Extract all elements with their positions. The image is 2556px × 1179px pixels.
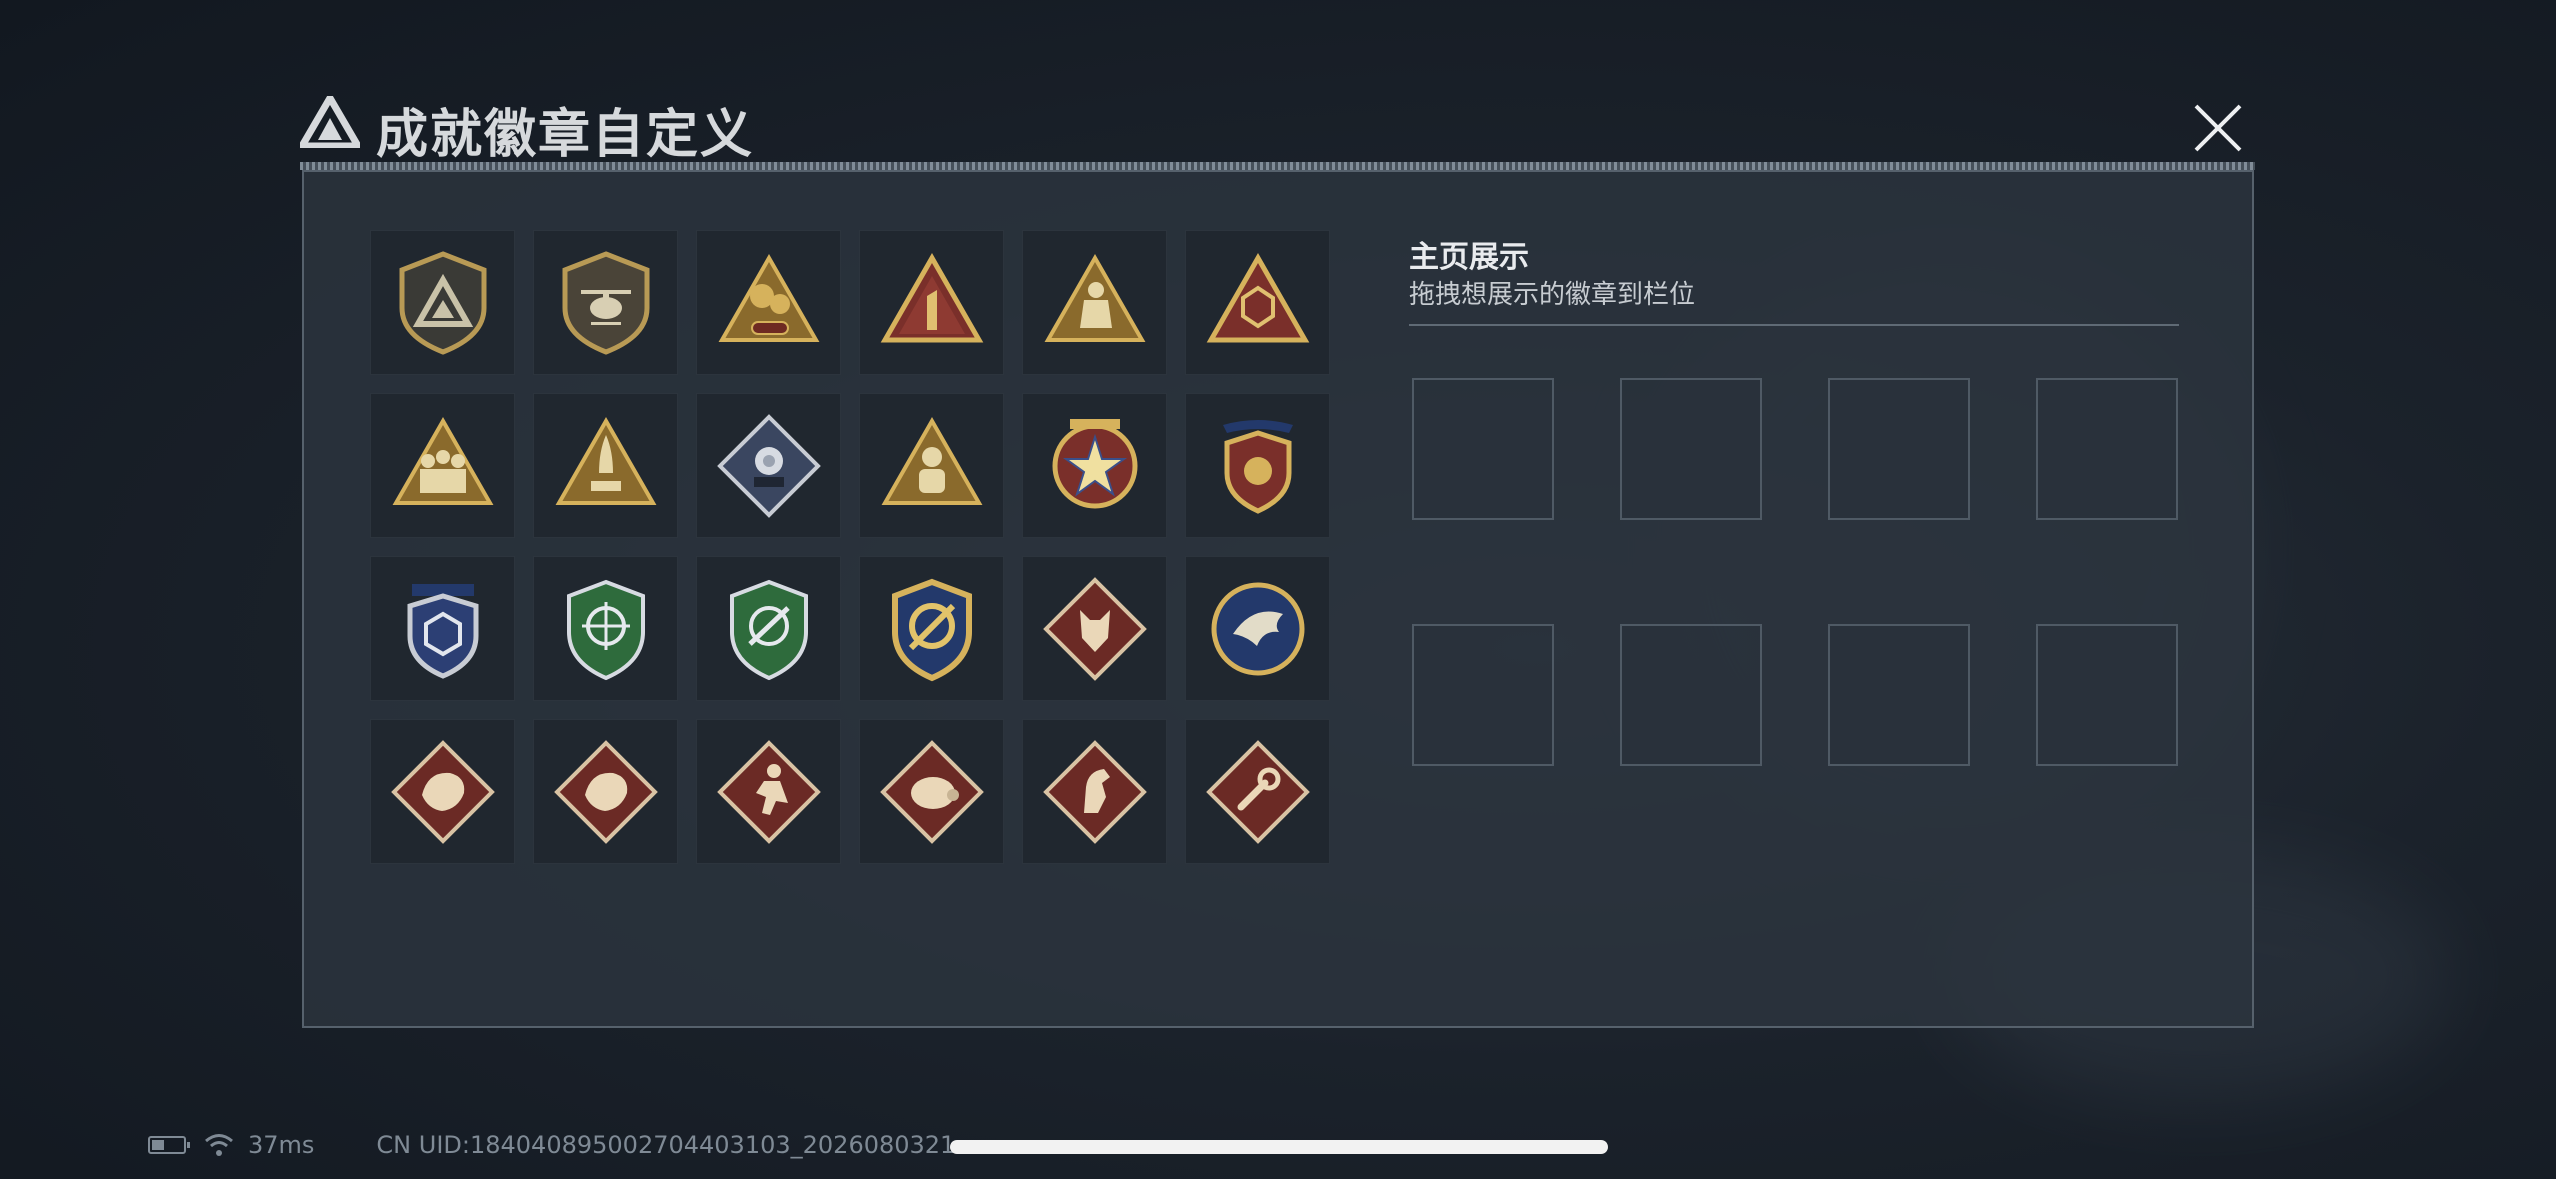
badge-item[interactable] — [370, 393, 515, 538]
showcase-slot[interactable] — [2036, 624, 2178, 766]
badge-item[interactable] — [533, 556, 678, 701]
showcase-slot[interactable] — [1828, 624, 1970, 766]
astronaut-triangle-badge-icon — [881, 416, 982, 505]
showcase-subtitle: 拖拽想展示的徽章到栏位 — [1409, 280, 1696, 310]
badge-item[interactable] — [370, 230, 515, 375]
wrench-diamond-badge-icon — [1205, 739, 1310, 844]
badge-item[interactable] — [1185, 230, 1330, 375]
showcase-title: 主页展示 — [1409, 240, 1529, 275]
title-divider — [300, 162, 2255, 170]
home-indicator[interactable] — [950, 1140, 1608, 1154]
showcase-divider — [1409, 324, 2179, 326]
shield-delta-badge-icon — [399, 250, 486, 355]
rocket-triangle-badge-icon — [555, 416, 656, 505]
boar-diamond-badge-icon — [879, 739, 984, 844]
badge-item[interactable] — [533, 230, 678, 375]
hex-emblem-triangle-badge-icon — [1206, 252, 1309, 342]
badge-item[interactable] — [1185, 393, 1330, 538]
showcase-slot[interactable] — [1620, 624, 1762, 766]
runner-diamond-badge-icon — [716, 739, 821, 844]
showcase-slot[interactable] — [1828, 378, 1970, 520]
page-title: 成就徽章自定义 — [376, 105, 755, 165]
dragon-diamond-badge-2-icon — [553, 739, 658, 844]
showcase-slot[interactable] — [1620, 378, 1762, 520]
dragon-diamond-badge-icon — [390, 739, 495, 844]
showcase-slots — [1412, 378, 2178, 766]
green-crosshair-shield-badge-icon — [566, 579, 645, 680]
winged-shield-badge-icon — [1222, 419, 1293, 514]
badge-item[interactable] — [1022, 556, 1167, 701]
badge-item[interactable] — [533, 719, 678, 864]
green-crosshair-shield-badge-2-icon — [729, 579, 808, 680]
badge-item[interactable] — [859, 556, 1004, 701]
badge-customization-panel: 主页展示 拖拽想展示的徽章到栏位 — [302, 170, 2254, 1028]
badge-item[interactable] — [696, 556, 841, 701]
badge-item[interactable] — [859, 393, 1004, 538]
battery-level — [152, 1140, 164, 1150]
badge-item[interactable] — [370, 556, 515, 701]
badge-grid — [370, 230, 1330, 864]
badge-item[interactable] — [696, 393, 841, 538]
blue-laurel-shield-badge-icon — [407, 583, 478, 679]
battery-icon — [148, 1136, 190, 1154]
uid-label: CN UID:184040895002704403103_2026080321 — [376, 1131, 956, 1159]
badge-item[interactable] — [1022, 719, 1167, 864]
wifi-icon — [205, 1134, 233, 1156]
horse-diamond-badge-icon — [1042, 739, 1147, 844]
badge-item[interactable] — [1022, 230, 1167, 375]
helicopter-shield-badge-icon — [562, 250, 649, 355]
kneeling-soldier-triangle-badge-icon — [1044, 253, 1145, 342]
ping-value: 37ms — [248, 1131, 315, 1159]
badge-item[interactable] — [859, 230, 1004, 375]
rose-diamond-badge-icon — [716, 413, 821, 518]
badge-item[interactable] — [370, 719, 515, 864]
badge-item[interactable] — [696, 719, 841, 864]
title-bar: 成就徽章自定义 — [300, 88, 2260, 165]
showcase-slot[interactable] — [1412, 378, 1554, 520]
sbf-gold-triangle-badge-icon — [718, 253, 819, 342]
badge-item[interactable] — [696, 230, 841, 375]
close-icon[interactable] — [2190, 100, 2246, 156]
badge-item[interactable] — [1185, 556, 1330, 701]
wolf-diamond-badge-icon — [1042, 576, 1147, 681]
badge-item[interactable] — [1022, 393, 1167, 538]
squad-triangle-badge-icon — [392, 416, 493, 505]
showcase-slot[interactable] — [2036, 378, 2178, 520]
number-one-triangle-badge-icon — [880, 252, 983, 342]
status-bar: 37ms CN UID:184040895002704403103_202608… — [148, 1128, 955, 1162]
eagle-round-badge-icon — [1211, 582, 1304, 675]
badge-item[interactable] — [1185, 719, 1330, 864]
gold-slash-shield-badge-icon — [891, 578, 972, 681]
badge-item[interactable] — [859, 719, 1004, 864]
showcase-slot[interactable] — [1412, 624, 1554, 766]
star-medal-badge-icon — [1052, 418, 1137, 508]
delta-logo-icon — [300, 96, 360, 148]
badge-item[interactable] — [533, 393, 678, 538]
